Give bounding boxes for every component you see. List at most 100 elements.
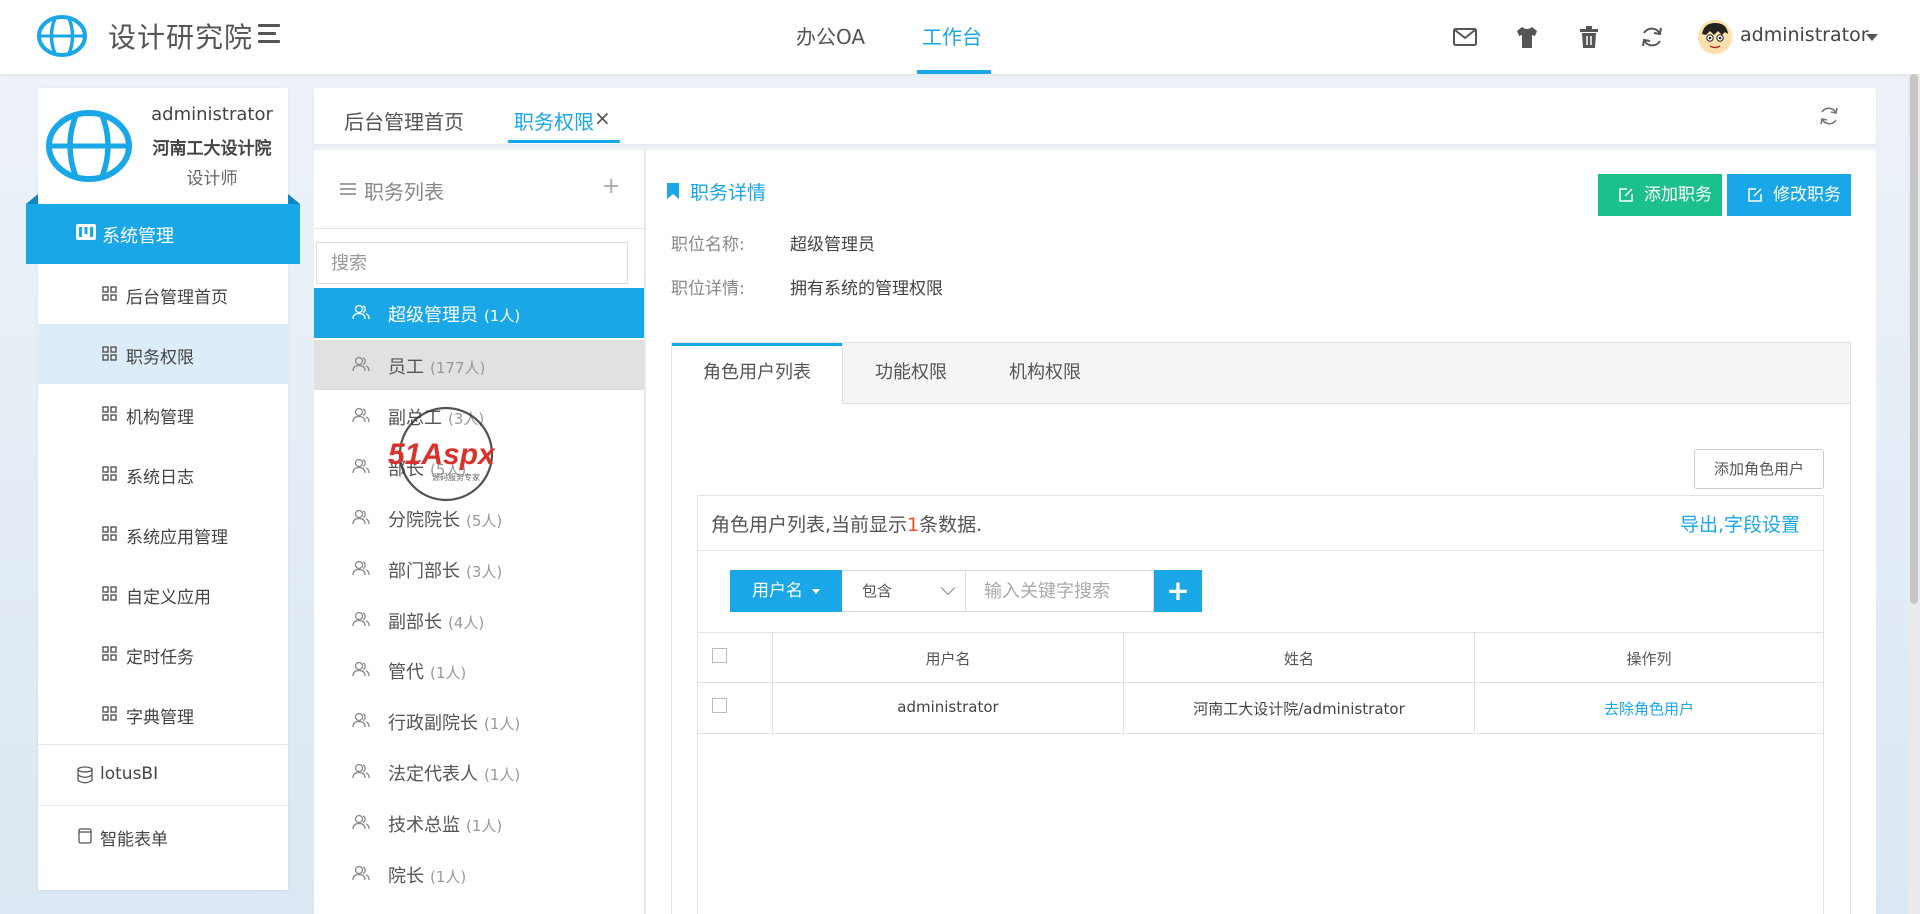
nav-office-oa[interactable]: 办公OA bbox=[796, 0, 865, 74]
tab-role-permission[interactable]: 职务权限 bbox=[514, 106, 594, 135]
grid-icon bbox=[102, 286, 117, 301]
role-item-management-rep[interactable]: 管代 (1人) bbox=[314, 645, 644, 695]
add-role-button[interactable]: 添加职务 bbox=[1598, 174, 1722, 216]
header-username[interactable]: administrator bbox=[1740, 24, 1869, 46]
role-detail-title: 职务详情 bbox=[690, 182, 767, 204]
sidebar-item-role-permission[interactable]: 职务权限 bbox=[38, 324, 288, 384]
add-role-icon[interactable]: + bbox=[602, 174, 620, 199]
table-border bbox=[698, 733, 1823, 734]
sidebar-item-label: 系统日志 bbox=[126, 468, 194, 488]
role-item-employee[interactable]: 员工 (177人) bbox=[314, 340, 644, 390]
role-item-legal-rep[interactable]: 法定代表人 (1人) bbox=[314, 747, 644, 797]
sidebar-item-label: 机构管理 bbox=[126, 408, 194, 428]
edit-role-button[interactable]: 修改职务 bbox=[1727, 174, 1851, 216]
sidebar-item-label: 系统应用管理 bbox=[126, 528, 228, 548]
sidebar-item-system-log[interactable]: 系统日志 bbox=[38, 444, 288, 504]
sidebar-group-system[interactable]: 系统管理 bbox=[26, 194, 300, 264]
role-item-deputy-minister[interactable]: 副部长 (4人) bbox=[314, 595, 644, 645]
role-count: (1人) bbox=[430, 664, 467, 682]
column-header-username[interactable]: 用户名 bbox=[773, 648, 1123, 669]
role-count: (1人) bbox=[484, 766, 521, 784]
grid-icon bbox=[102, 406, 117, 421]
role-desc-label: 职位详情: bbox=[671, 279, 745, 299]
list-divider bbox=[314, 228, 644, 229]
users-icon bbox=[352, 407, 370, 423]
tab-admin-home[interactable]: 后台管理首页 bbox=[344, 106, 464, 135]
sidebar-item-scheduled-task[interactable]: 定时任务 bbox=[38, 624, 288, 684]
sidebar-item-admin-home[interactable]: 后台管理首页 bbox=[38, 264, 288, 324]
profile-name: administrator bbox=[151, 104, 273, 125]
role-item-tech-director[interactable]: 技术总监 (1人) bbox=[314, 798, 644, 848]
grid-icon bbox=[102, 706, 117, 721]
role-count: (177人) bbox=[430, 359, 486, 377]
chevron-down-icon[interactable] bbox=[1866, 34, 1878, 41]
grid-icon bbox=[102, 646, 117, 661]
role-name: 行政副院长 bbox=[388, 713, 478, 734]
refresh-icon[interactable] bbox=[1639, 24, 1665, 50]
role-item-dept-head[interactable]: 部门部长 (3人) bbox=[314, 544, 644, 594]
filter-operator-select[interactable]: 包含 bbox=[842, 570, 966, 612]
role-name-label: 职位名称: bbox=[671, 235, 745, 255]
cell-fullname: 河南工大设计院/administrator bbox=[1193, 700, 1405, 718]
cell-username: administrator bbox=[897, 698, 999, 716]
page-scrollbar[interactable] bbox=[1908, 74, 1920, 914]
watermark-logo: 51Aspx 源码服务专家 bbox=[388, 406, 496, 502]
sidebar-item-dictionary[interactable]: 字典管理 bbox=[38, 684, 288, 744]
add-role-user-button[interactable]: 添加角色用户 bbox=[1694, 449, 1824, 489]
role-list-title: 职务列表 bbox=[364, 180, 444, 204]
tab-role-users[interactable]: 角色用户列表 bbox=[672, 343, 843, 404]
users-icon bbox=[352, 458, 370, 474]
close-icon[interactable]: × bbox=[594, 106, 611, 130]
menu-toggle-icon[interactable] bbox=[258, 24, 282, 44]
user-avatar[interactable] bbox=[1698, 20, 1732, 54]
trash-icon[interactable] bbox=[1576, 24, 1602, 50]
role-item-label: 超级管理员 (1人) bbox=[388, 301, 520, 327]
role-name: 副部长 bbox=[388, 612, 442, 633]
role-item-label: 法定代表人 (1人) bbox=[388, 760, 520, 786]
shirt-icon[interactable] bbox=[1514, 24, 1540, 50]
export-settings-link[interactable]: 导出,字段设置 bbox=[1680, 510, 1800, 537]
form-icon bbox=[78, 828, 92, 844]
role-item-admin-vice-dean[interactable]: 行政副院长 (1人) bbox=[314, 696, 644, 746]
sidebar-item-smart-form[interactable]: 智能表单 bbox=[38, 806, 288, 866]
role-item-label: 部门部长 (3人) bbox=[388, 557, 502, 583]
add-role-label: 添加职务 bbox=[1644, 185, 1712, 205]
role-search-input[interactable] bbox=[316, 242, 628, 284]
select-all-checkbox[interactable] bbox=[712, 648, 727, 663]
role-item-label: 副部长 (4人) bbox=[388, 608, 484, 634]
role-count: (1人) bbox=[484, 307, 521, 325]
sidebar-item-org-management[interactable]: 机构管理 bbox=[38, 384, 288, 444]
watermark-sub: 源码服务专家 bbox=[432, 472, 480, 482]
table-border bbox=[698, 632, 1823, 633]
users-icon bbox=[352, 356, 370, 372]
refresh-tab-icon[interactable] bbox=[1818, 105, 1840, 127]
search-add-button[interactable]: + bbox=[1154, 570, 1202, 612]
role-item-super-admin[interactable]: 超级管理员 (1人) bbox=[314, 288, 644, 338]
role-name: 院长 bbox=[388, 866, 424, 887]
tab-org-permission[interactable]: 机构权限 bbox=[992, 343, 1098, 403]
tab-active-indicator bbox=[508, 140, 620, 143]
filter-operator-label: 包含 bbox=[862, 582, 893, 600]
column-header-fullname[interactable]: 姓名 bbox=[1124, 648, 1474, 669]
users-icon bbox=[352, 304, 370, 320]
users-icon bbox=[352, 712, 370, 728]
role-item-dean[interactable]: 院长 (1人) bbox=[314, 849, 644, 899]
role-name: 分院院长 bbox=[388, 510, 460, 531]
mail-icon[interactable] bbox=[1452, 24, 1478, 50]
keyword-search-input[interactable] bbox=[966, 570, 1154, 612]
remove-role-user-link[interactable]: 去除角色用户 bbox=[1475, 698, 1823, 719]
grid-caption-prefix: 角色用户列表,当前显示 bbox=[711, 514, 908, 536]
tab-function-permission[interactable]: 功能权限 bbox=[858, 343, 964, 403]
sidebar-item-app-management[interactable]: 系统应用管理 bbox=[38, 504, 288, 564]
row-checkbox[interactable] bbox=[712, 698, 727, 713]
role-item-label: 行政副院长 (1人) bbox=[388, 709, 520, 735]
sidebar-item-lotusbi[interactable]: lotusBI bbox=[38, 745, 288, 805]
grid-caption: 角色用户列表,当前显示1条数据. bbox=[711, 510, 982, 537]
filter-field-select[interactable]: 用户名 bbox=[730, 570, 842, 612]
detail-tabs-strip bbox=[672, 343, 1850, 404]
brand-title: 设计研究院 bbox=[108, 21, 254, 54]
users-icon bbox=[352, 560, 370, 576]
sidebar-item-custom-app[interactable]: 自定义应用 bbox=[38, 564, 288, 624]
users-icon bbox=[352, 865, 370, 881]
nav-workstation[interactable]: 工作台 bbox=[922, 0, 982, 74]
